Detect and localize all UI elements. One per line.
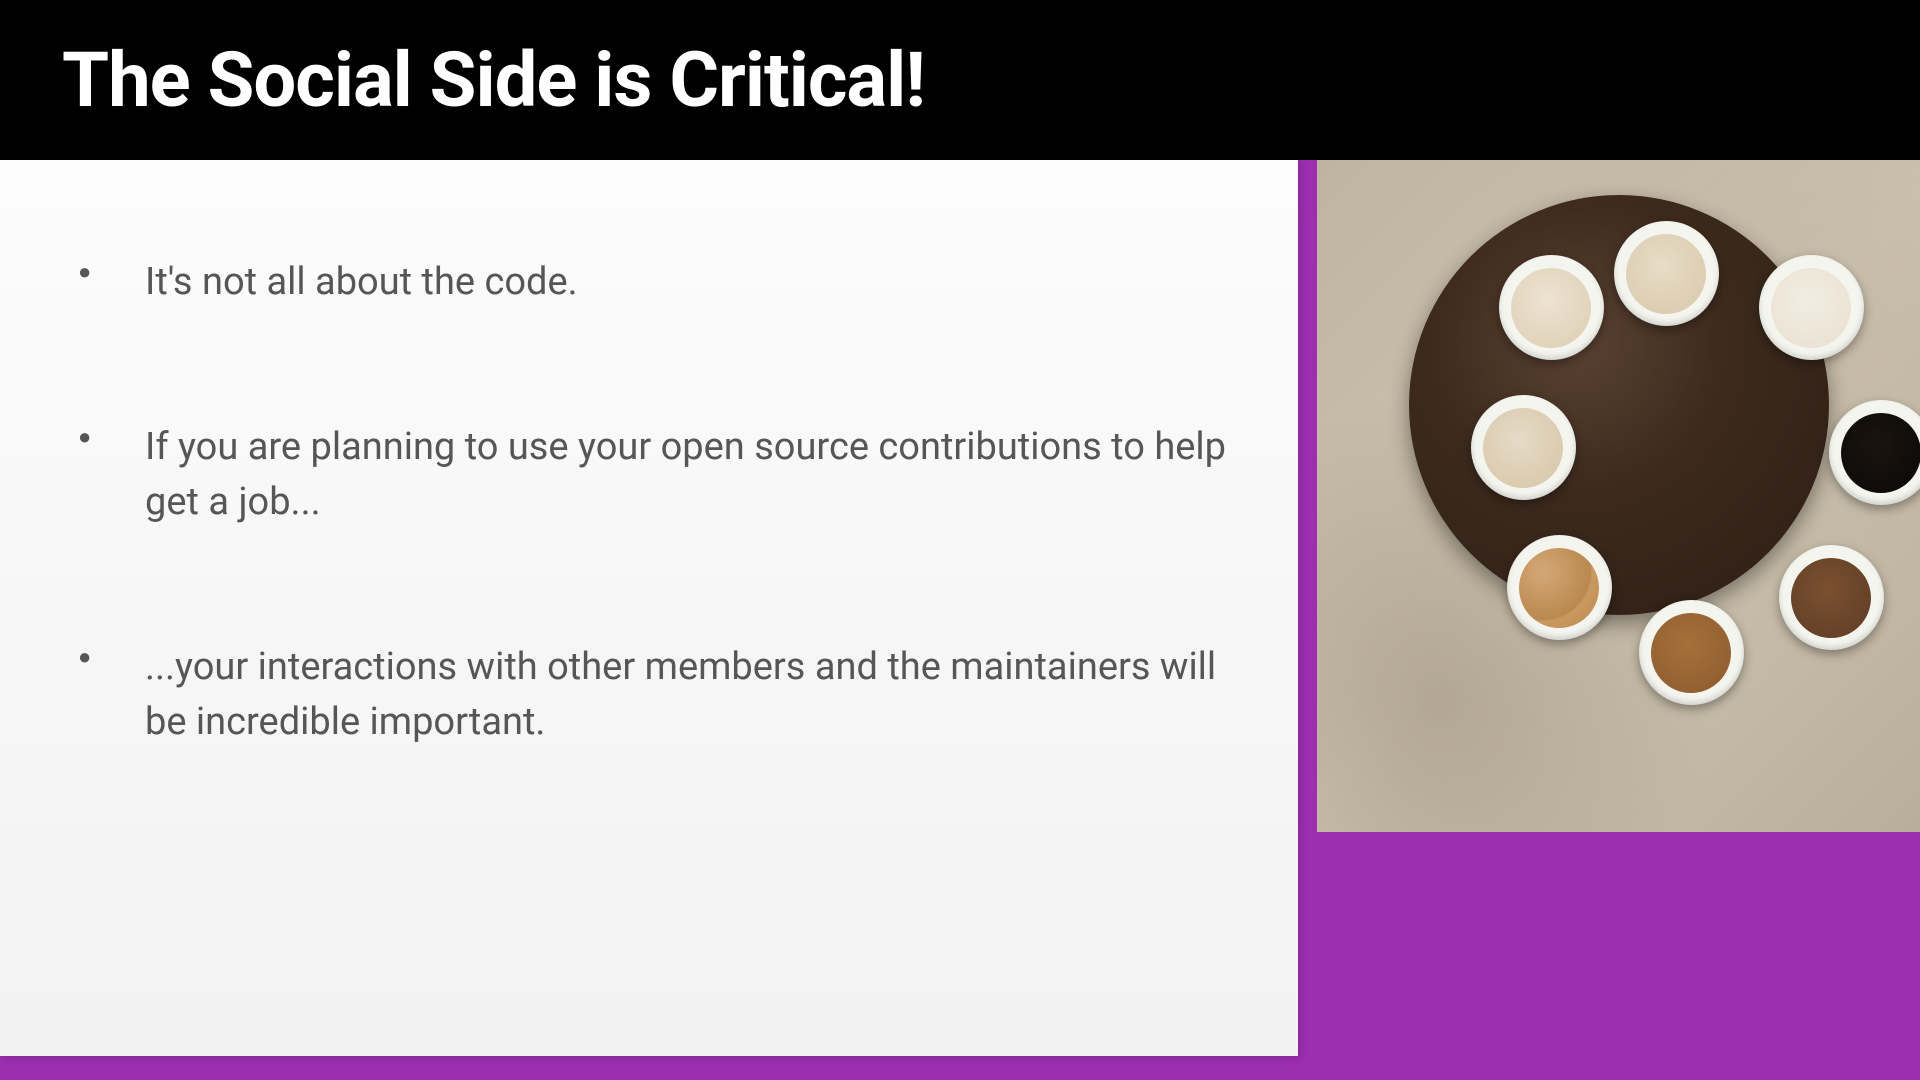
bullet-list: It's not all about the code. If you are … — [70, 255, 1228, 750]
coffee-cup-icon — [1507, 535, 1612, 640]
bullet-item: It's not all about the code. — [70, 255, 1228, 310]
slide-title: The Social Side is Critical! — [62, 35, 925, 125]
coffee-cup-icon — [1759, 255, 1864, 360]
coffee-cup-icon — [1614, 221, 1719, 326]
coffee-cup-icon — [1779, 545, 1884, 650]
coffee-cup-icon — [1499, 255, 1604, 360]
content-panel: It's not all about the code. If you are … — [0, 160, 1298, 1056]
coffee-cup-icon — [1471, 395, 1576, 500]
table-surface — [1409, 195, 1829, 615]
slide-header: The Social Side is Critical! — [0, 0, 1920, 160]
coffee-cup-icon — [1639, 600, 1744, 705]
bullet-item: ...your interactions with other members … — [70, 640, 1228, 750]
decorative-image — [1317, 160, 1920, 832]
bullet-item: If you are planning to use your open sou… — [70, 420, 1228, 530]
